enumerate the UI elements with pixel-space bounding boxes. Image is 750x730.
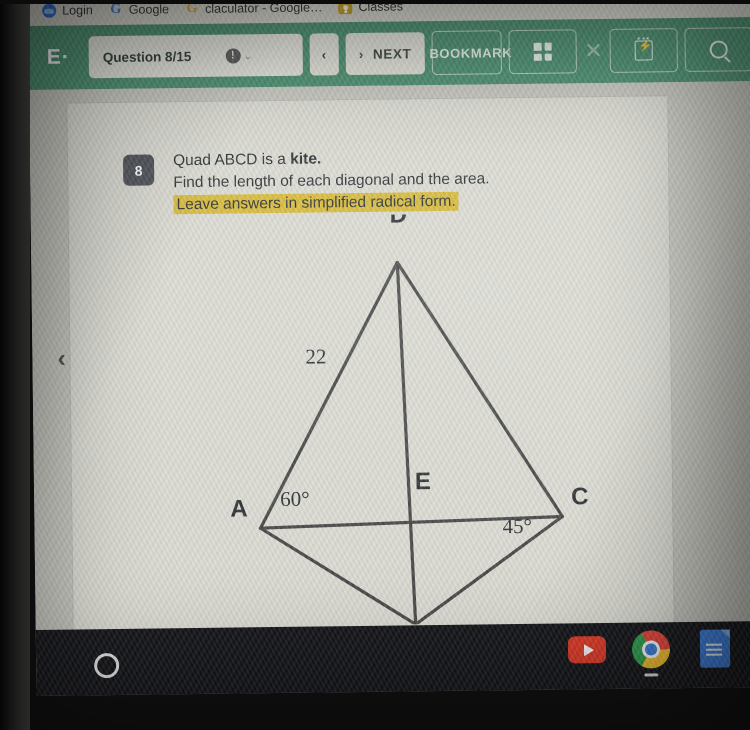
angle-at-C: 45° xyxy=(502,514,532,538)
figure-edge-DA xyxy=(258,260,399,530)
launcher-button[interactable] xyxy=(94,652,120,679)
photo-of-screen: Login G Google G claculator - Google… Cl… xyxy=(0,0,750,730)
question-selector[interactable]: Question 8/15 ! ⌄ xyxy=(88,33,303,79)
youtube-icon[interactable] xyxy=(567,631,607,669)
highlighted-instruction: Leave answers in simplified radical form… xyxy=(173,191,459,215)
chrome-os-shelf xyxy=(35,621,750,696)
close-button[interactable]: ✕ xyxy=(584,30,603,72)
bookmark-label: Google xyxy=(128,2,170,17)
notepad-icon xyxy=(634,40,653,61)
cloud-icon xyxy=(42,3,57,18)
question-line-1-bold: kite. xyxy=(290,150,322,168)
previous-question-button[interactable]: ‹ xyxy=(309,33,340,76)
shelf-app-icons xyxy=(567,629,734,677)
angle-at-A: 60° xyxy=(280,487,310,511)
question-number-badge: 8 xyxy=(122,154,155,186)
search-button[interactable] xyxy=(684,27,750,72)
chevron-left-icon: ‹ xyxy=(321,46,327,62)
figure-edge-AB xyxy=(258,526,418,626)
side-length-AD: 22 xyxy=(305,344,326,368)
active-app-indicator xyxy=(644,673,659,677)
question-selector-controls[interactable]: ! ⌄ xyxy=(225,47,253,64)
bookmark-label: BOOKMARK xyxy=(429,44,513,61)
app-logo[interactable]: E· xyxy=(47,45,70,69)
question-line-1-prefix: Quad ABCD is a xyxy=(172,150,291,170)
bookmark-label: Login xyxy=(62,3,93,18)
notepad-button[interactable] xyxy=(609,28,678,73)
search-icon xyxy=(709,40,728,59)
question-text: Quad ABCD is a kite. Find the length of … xyxy=(173,145,604,216)
grid-icon xyxy=(534,42,553,61)
figure-edge-CB xyxy=(414,514,564,626)
vertex-label-D: D xyxy=(390,212,408,229)
laptop-screen: Login G Google G claculator - Google… Cl… xyxy=(28,0,750,696)
grid-view-button[interactable] xyxy=(508,29,578,75)
google-docs-icon[interactable] xyxy=(696,629,734,668)
question-counter-label: Question 8/15 xyxy=(102,48,192,65)
google-g-icon: G xyxy=(186,0,198,17)
close-icon: ✕ xyxy=(584,37,603,64)
chrome-icon[interactable] xyxy=(631,630,671,677)
info-icon[interactable]: ! xyxy=(225,47,241,64)
question-card: 8 Quad ABCD is a kite. Find the length o… xyxy=(67,96,674,634)
question-page: ‹ 8 Quad ABCD is a kite. Find the length… xyxy=(29,81,750,634)
next-label: NEXT xyxy=(372,45,412,62)
bookmark-login[interactable]: Login xyxy=(42,3,93,18)
laptop-bezel-top xyxy=(0,0,750,4)
vertex-label-A: A xyxy=(230,495,248,522)
chevron-right-icon: › xyxy=(358,46,365,62)
kite-figure: D A E C 22 60° 45° xyxy=(230,212,589,626)
vertex-label-E: E xyxy=(415,468,431,495)
chevron-down-icon[interactable]: ⌄ xyxy=(243,49,252,62)
previous-page-arrow[interactable]: ‹ xyxy=(57,345,66,374)
bookmark-google[interactable]: G Google xyxy=(109,2,169,17)
vertex-label-C: C xyxy=(571,483,589,510)
next-question-button[interactable]: › NEXT xyxy=(345,32,425,76)
google-g-icon: G xyxy=(110,1,122,17)
app-toolbar: E· Question 8/15 ! ⌄ ‹ › NEXT BOOKMARK ✕… xyxy=(28,17,750,90)
figure-edge-DB xyxy=(395,260,418,626)
bookmark-button[interactable]: BOOKMARK xyxy=(431,30,512,76)
laptop-bezel-left xyxy=(0,0,30,730)
